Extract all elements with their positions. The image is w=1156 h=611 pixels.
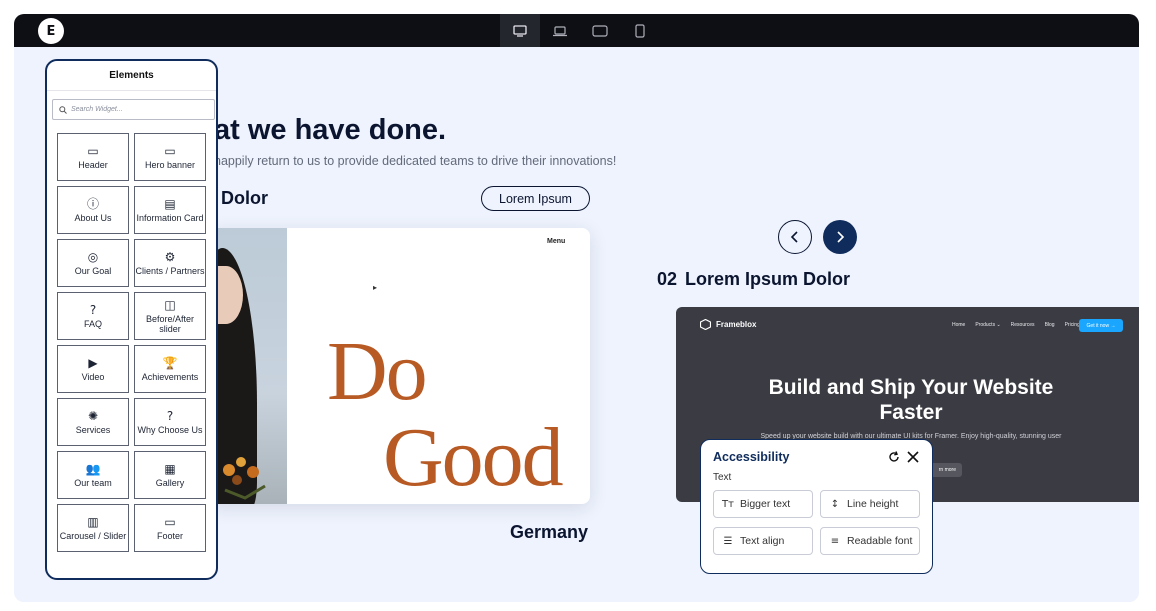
item2-title: Lorem Ipsum Dolor xyxy=(685,269,851,289)
card-menu-label: Menu xyxy=(547,238,566,245)
hero-banner-icon: ▭ xyxy=(164,143,176,158)
device-switcher xyxy=(500,14,660,47)
reset-icon[interactable] xyxy=(887,450,901,464)
widget-header[interactable]: ▭ Header xyxy=(57,133,129,181)
good-word: Good xyxy=(383,411,564,504)
readable-font-icon: ≡ xyxy=(830,535,840,547)
readable-font-button[interactable]: ≡ Readable font xyxy=(820,527,920,555)
widget-faq[interactable]: ? FAQ xyxy=(57,292,129,340)
widget-video[interactable]: ▶ Video xyxy=(57,345,129,393)
widget-carousel-slider[interactable]: ▥ Carousel / Slider xyxy=(57,504,129,552)
line-height-button[interactable]: ↕ Line height xyxy=(820,490,920,518)
browser-frame: E at we have done. happily return to us … xyxy=(14,14,1139,602)
mobile-view-button[interactable] xyxy=(620,14,660,47)
editor-topbar: E xyxy=(14,14,1139,47)
tablet-icon xyxy=(592,24,608,37)
widget-about-us[interactable]: ⓘ About Us xyxy=(57,186,129,234)
flowers-image xyxy=(223,457,266,500)
nav-home[interactable]: Home xyxy=(952,322,965,328)
frameblox-nav: Home Products ⌄ Resources Blog Pricing xyxy=(952,322,1080,328)
widget-gallery[interactable]: ▦ Gallery xyxy=(134,451,206,499)
trophy-icon: 🏆 xyxy=(162,355,178,370)
item2-heading: 02 Lorem Ipsum Dolor xyxy=(657,269,850,290)
laptop-icon xyxy=(553,25,567,36)
widget-clients-partners[interactable]: ⚙ Clients / Partners xyxy=(134,239,206,287)
section-headline: at we have done. xyxy=(214,114,447,146)
previous-slide-button[interactable] xyxy=(778,220,812,254)
nav-resources[interactable]: Resources xyxy=(1011,322,1035,328)
item1-title: Dolor xyxy=(221,188,268,208)
widget-grid: ▭ Header ▭ Hero banner ⓘ About Us ▤ Informat… xyxy=(57,133,207,552)
panel-title: Elements xyxy=(109,70,154,81)
text-size-icon: Tт xyxy=(722,498,734,510)
portrait-photo xyxy=(209,228,287,504)
elements-panel: Elements Search Widget... ▭ Header ▭ Hero … xyxy=(45,59,218,580)
nav-products[interactable]: Products ⌄ xyxy=(975,322,1000,328)
footer-icon: ▭ xyxy=(164,514,176,529)
text-align-icon: ☰ xyxy=(723,535,733,547)
target-icon: ◎ xyxy=(87,249,99,264)
section-subline: happily return to us to provide dedicate… xyxy=(214,154,617,168)
carousel-icon: ▥ xyxy=(87,514,99,529)
frameblox-logo: Frameblox xyxy=(700,319,756,330)
accessibility-widget: Accessibility Text Tт Bigger text ↕ Line… xyxy=(700,439,933,574)
services-icon: ✺ xyxy=(87,408,99,423)
laptop-view-button[interactable] xyxy=(540,14,580,47)
widget-hero-banner[interactable]: ▭ Hero banner xyxy=(134,133,206,181)
search-icon xyxy=(59,105,67,114)
widget-services[interactable]: ✺ Services xyxy=(57,398,129,446)
desktop-icon xyxy=(513,24,527,37)
panel-divider xyxy=(47,90,216,91)
info-icon: ⓘ xyxy=(86,196,99,211)
line-height-icon: ↕ xyxy=(830,498,840,510)
why-choose-icon: ? xyxy=(166,408,174,423)
card1-caption: Germany xyxy=(510,522,589,542)
project-card-1[interactable]: Menu ▸ Do Good xyxy=(209,228,590,504)
nav-pricing[interactable]: Pricing xyxy=(1065,322,1080,328)
text-align-button[interactable]: ☰ Text align xyxy=(713,527,813,555)
compare-icon: ◫ xyxy=(164,297,176,312)
accessibility-title: Accessibility xyxy=(713,450,790,464)
video-icon: ▶ xyxy=(88,355,98,370)
widget-information-card[interactable]: ▤ Information Card xyxy=(134,186,206,234)
gallery-icon: ▦ xyxy=(164,461,176,476)
header-icon: ▭ xyxy=(87,143,99,158)
desktop-view-button[interactable] xyxy=(500,14,540,47)
widget-our-goal[interactable]: ◎ Our Goal xyxy=(57,239,129,287)
frameblox-mark-icon xyxy=(700,319,711,330)
frameblox-title: Build and Ship Your Website Faster xyxy=(768,376,1054,424)
chevron-left-icon xyxy=(790,231,798,243)
text-section-label: Text xyxy=(713,472,732,483)
info-card-icon: ▤ xyxy=(164,196,176,211)
widget-achievements[interactable]: 🏆 Achievements xyxy=(134,345,206,393)
tablet-view-button[interactable] xyxy=(580,14,620,47)
widget-our-team[interactable]: 👥 Our team xyxy=(57,451,129,499)
cursor-mark: ▸ xyxy=(373,283,378,292)
lorem-ipsum-button[interactable]: Lorem Ipsum xyxy=(481,186,590,211)
widget-before-after-slider[interactable]: ◫ Before/After slider xyxy=(134,292,206,340)
question-icon: ? xyxy=(89,302,97,317)
next-slide-button[interactable] xyxy=(823,220,857,254)
elementor-logo[interactable]: E xyxy=(38,18,64,44)
item2-number: 02 xyxy=(657,269,678,289)
team-icon: 👥 xyxy=(85,461,101,476)
close-icon[interactable] xyxy=(906,450,920,464)
handshake-icon: ⚙ xyxy=(164,249,176,264)
chevron-right-icon xyxy=(837,231,845,243)
get-it-now-button[interactable]: Get it now → xyxy=(1079,319,1123,332)
widget-footer[interactable]: ▭ Footer xyxy=(134,504,206,552)
nav-blog[interactable]: Blog xyxy=(1045,322,1055,328)
page-canvas: at we have done. happily return to us to… xyxy=(14,47,1139,602)
widget-why-choose-us[interactable]: ? Why Choose Us xyxy=(134,398,206,446)
do-word: Do xyxy=(327,325,428,418)
mobile-icon xyxy=(635,23,645,38)
bigger-text-button[interactable]: Tт Bigger text xyxy=(713,490,813,518)
widget-search-input[interactable]: Search Widget... xyxy=(52,99,215,120)
